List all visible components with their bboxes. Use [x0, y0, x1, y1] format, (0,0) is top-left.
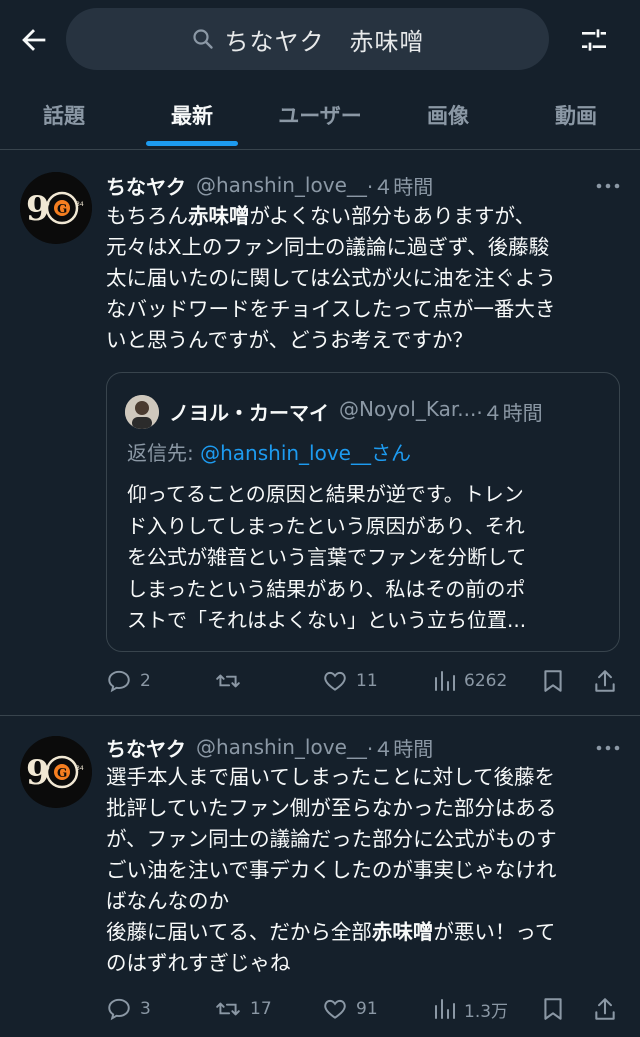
- like-button[interactable]: 11: [322, 664, 378, 698]
- svg-text:34: 34: [76, 765, 84, 772]
- views-icon: [435, 999, 455, 1019]
- retweet-count: 17: [250, 999, 272, 1019]
- tab-videos[interactable]: 動画: [512, 80, 640, 150]
- user-handle[interactable]: @hanshin_love__: [196, 735, 367, 759]
- reply-icon: [108, 998, 130, 1021]
- heart-icon: [324, 671, 346, 691]
- bookmark-button[interactable]: [540, 992, 566, 1026]
- reply-to-link[interactable]: @hanshin_love__さん: [200, 441, 411, 465]
- search-query: ちなヤク 赤味噌: [224, 27, 425, 56]
- quoted-timestamp: ·４時間: [476, 401, 543, 425]
- search-header: ちなヤク 赤味噌 話題 最新 ユーザー 画像 動画: [0, 0, 640, 150]
- user-handle[interactable]: @hanshin_love__: [196, 173, 367, 197]
- search-highlight: 赤味噌: [371, 920, 434, 944]
- tab-media[interactable]: 画像: [384, 80, 512, 150]
- like-count: 91: [356, 999, 378, 1019]
- search-highlight: 赤味噌: [188, 204, 250, 228]
- tweet[interactable]: 9 G 19 34 ちなヤク @hanshin_love__ ·４時間 選手本人…: [0, 716, 640, 1037]
- tweet-text-part: もちろん: [106, 204, 188, 228]
- svg-text:G: G: [57, 766, 67, 780]
- search-input[interactable]: ちなヤク 赤味噌: [66, 8, 549, 70]
- svg-text:G: G: [57, 202, 67, 216]
- more-dots-icon: [596, 745, 620, 751]
- share-button[interactable]: [592, 992, 618, 1026]
- heart-icon: [324, 999, 346, 1019]
- tweet[interactable]: 9 G 19 34 ちなヤク @hanshin_love__ ·４時間 もちろん…: [0, 150, 640, 716]
- reply-count: 3: [140, 999, 151, 1019]
- timestamp[interactable]: ·４時間: [367, 733, 433, 762]
- quoted-text: 仰ってることの原因と結果が逆です。トレン ド入りしてしまったという原因があり、そ…: [127, 482, 527, 632]
- quoted-avatar[interactable]: [125, 395, 159, 429]
- share-icon: [595, 670, 615, 692]
- retweet-icon: [216, 674, 240, 688]
- search-icon: [192, 29, 213, 49]
- display-name[interactable]: ちなヤク: [106, 171, 186, 200]
- reply-context: 返信先: @hanshin_love__さん: [127, 437, 411, 466]
- retweet-button[interactable]: 17: [214, 992, 272, 1026]
- timestamp[interactable]: ·４時間: [367, 171, 433, 200]
- more-options-button[interactable]: [590, 174, 626, 198]
- bookmark-icon: [544, 670, 562, 692]
- tweet-text-part: 選手本人まで届いてしまったことに対して後藤を 批評していたファン側が至らなかった…: [106, 765, 557, 944]
- back-button[interactable]: [14, 20, 54, 60]
- tweet-text: 選手本人まで届いてしまったことに対して後藤を 批評していたファン側が至らなかった…: [106, 762, 616, 979]
- views-button[interactable]: 1.3万: [432, 992, 508, 1026]
- tweet-header: ちなヤク @hanshin_love__ ·４時間: [106, 170, 433, 200]
- sliders-icon: [582, 29, 606, 51]
- like-count: 11: [356, 671, 378, 691]
- quoted-header: ノヨル・カーマイ @Noyol_Kar... ·４時間: [169, 397, 543, 426]
- tweet-actions: 2 11 6262: [106, 664, 620, 698]
- views-button[interactable]: 6262: [432, 664, 507, 698]
- quoted-handle: @Noyol_Kar...: [339, 397, 477, 421]
- avatar[interactable]: 9 G 19 34: [20, 172, 92, 244]
- view-count: 6262: [464, 671, 508, 691]
- search-tabs: 話題 最新 ユーザー 画像 動画: [0, 80, 640, 150]
- quoted-tweet[interactable]: ノヨル・カーマイ @Noyol_Kar... ·４時間 返信先: @hanshi…: [106, 372, 620, 652]
- quoted-display-name: ノヨル・カーマイ: [169, 401, 329, 425]
- svg-text:19: 19: [42, 765, 50, 772]
- svg-text:34: 34: [76, 201, 84, 208]
- view-count: 1.3万: [464, 1001, 509, 1022]
- like-button[interactable]: 91: [322, 992, 378, 1026]
- share-button[interactable]: [592, 664, 618, 698]
- tab-top[interactable]: 話題: [0, 80, 128, 150]
- tab-people[interactable]: ユーザー: [256, 80, 384, 150]
- tweet-actions: 3 17 91 1.3万: [106, 992, 620, 1026]
- avatar[interactable]: 9 G 19 34: [20, 736, 92, 808]
- retweet-button[interactable]: [214, 664, 250, 698]
- views-icon: [435, 671, 455, 691]
- person-photo-icon: [125, 395, 159, 429]
- filter-button[interactable]: [574, 20, 614, 60]
- share-icon: [595, 998, 615, 1020]
- more-dots-icon: [596, 183, 620, 189]
- bookmark-icon: [544, 998, 562, 1020]
- bookmark-button[interactable]: [540, 664, 566, 698]
- display-name[interactable]: ちなヤク: [106, 733, 186, 762]
- tweet-text: もちろん赤味噌がよくない部分もありますが、 元々はX上のファン同士の議論に過ぎず…: [106, 201, 616, 356]
- reply-icon: [108, 670, 130, 693]
- tweet-header: ちなヤク @hanshin_love__ ·４時間: [106, 732, 433, 762]
- tab-latest[interactable]: 最新: [128, 80, 256, 150]
- retweet-icon: [216, 1002, 240, 1016]
- reply-prefix: 返信先:: [127, 441, 201, 465]
- reply-button[interactable]: 2: [106, 664, 151, 698]
- more-options-button[interactable]: [590, 736, 626, 760]
- reply-count: 2: [140, 671, 151, 691]
- reply-button[interactable]: 3: [106, 992, 151, 1026]
- svg-text:19: 19: [42, 201, 50, 208]
- arrow-left-icon: [22, 29, 46, 51]
- giants-90th-logo-icon: 9 G 19 34: [20, 172, 92, 244]
- giants-90th-logo-icon: 9 G 19 34: [20, 736, 92, 808]
